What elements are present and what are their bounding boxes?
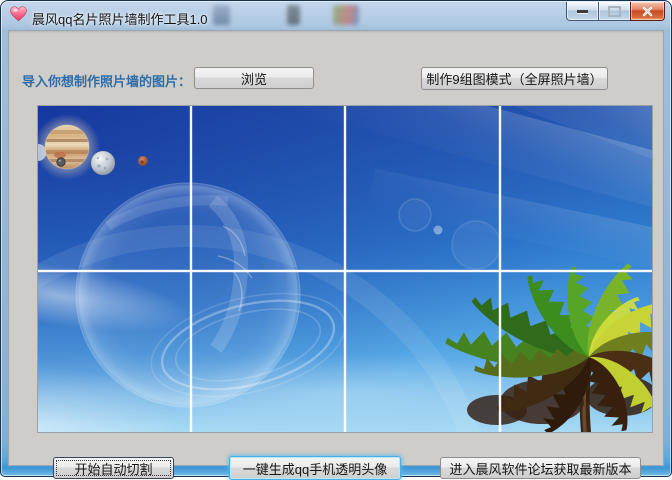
titlebar[interactable]: 晨风qq名片照片墙制作工具1.0 (2, 2, 670, 30)
close-button[interactable] (630, 2, 665, 21)
minimize-icon (577, 10, 588, 13)
close-icon (642, 6, 653, 17)
glass-blur-artifact (333, 5, 359, 25)
auto-cut-button[interactable]: 开始自动切割 (53, 457, 174, 479)
forum-link-button[interactable]: 进入晨风软件论坛获取最新版本 (440, 457, 641, 479)
window-title: 晨风qq名片照片墙制作工具1.0 (32, 9, 208, 28)
photo-preview[interactable] (37, 105, 653, 433)
import-image-label: 导入你想制作照片墙的图片： (22, 71, 191, 90)
window-controls (566, 2, 665, 21)
maximize-icon (608, 6, 621, 17)
grid9-mode-button[interactable]: 制作9组图模式（全屏照片墙） (421, 67, 608, 90)
minimize-button[interactable] (566, 2, 598, 21)
transparent-avatar-button[interactable]: 一键生成qq手机透明头像 (229, 456, 401, 480)
glass-blur-artifact (287, 5, 300, 25)
maximize-button[interactable] (598, 2, 630, 21)
glass-blur-artifact (213, 5, 230, 25)
app-window: 晨风qq名片照片墙制作工具1.0 导入你想制作照片墙的图片： 浏览 制作9组图模… (0, 0, 672, 477)
photo-wall-image (38, 106, 652, 432)
browse-button[interactable]: 浏览 (194, 67, 314, 89)
client-area: 导入你想制作照片墙的图片： 浏览 制作9组图模式（全屏照片墙） (8, 30, 664, 466)
heart-app-icon (10, 6, 27, 22)
